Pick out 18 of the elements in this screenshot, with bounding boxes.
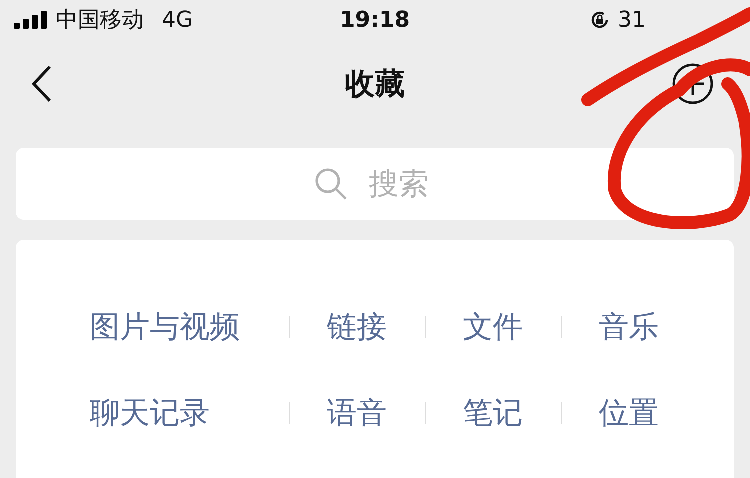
category-link[interactable]: 链接 [327,306,387,348]
category-link[interactable]: 语音 [327,392,387,434]
battery-percent: 31 [618,8,646,32]
network-type: 4G [162,8,194,32]
category-link[interactable]: 图片与视频 [90,306,240,348]
back-button[interactable] [30,65,54,103]
signal-icon [14,11,48,29]
search-icon [314,167,348,201]
rotation-lock-icon [590,10,610,30]
carrier-name: 中国移动 [56,7,144,35]
category-link[interactable]: 音乐 [599,306,659,348]
clock-time: 19:18 [338,8,412,32]
category-link[interactable]: 文件 [463,306,523,348]
category-link[interactable]: 笔记 [463,392,523,434]
page-title: 收藏 [345,66,405,102]
search-field[interactable]: 搜索 [16,148,734,220]
category-link[interactable]: 位置 [599,392,659,434]
category-link[interactable]: 聊天记录 [90,392,210,434]
